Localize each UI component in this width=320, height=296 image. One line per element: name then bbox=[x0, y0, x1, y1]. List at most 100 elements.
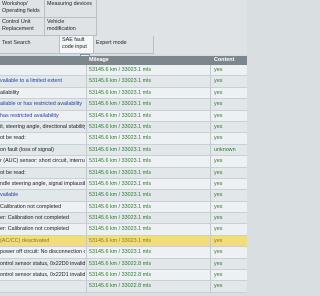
column-divider bbox=[210, 144, 211, 156]
content-cell: yes bbox=[214, 169, 223, 176]
tab-measuring-devices[interactable]: Measuring devices bbox=[45, 0, 97, 18]
mileage-cell: 53145.6 km / 33023.1 mls bbox=[89, 237, 152, 244]
column-divider bbox=[86, 99, 87, 110]
mileage-cell: 53145.6 km / 33023.1 mls bbox=[89, 203, 152, 210]
column-divider bbox=[210, 201, 211, 213]
table-row[interactable]: 53145.6 km / 33023.1 mls yes bbox=[0, 65, 247, 77]
fault-memory-table: 53145.6 km / 33023.1 mls yes vailable to a… bbox=[0, 65, 247, 293]
mileage-cell: 53145.6 km / 33022.8 mls bbox=[89, 260, 152, 267]
tab-sae-fault-code-input[interactable]: SAE fault code input bbox=[60, 36, 94, 54]
column-divider bbox=[210, 133, 211, 144]
column-divider bbox=[86, 65, 87, 76]
column-divider bbox=[210, 281, 211, 292]
table-row[interactable]: Calibration not completed 53145.6 km / 33… bbox=[0, 201, 247, 214]
column-divider bbox=[210, 65, 211, 76]
fault-description: ot be read: bbox=[0, 169, 26, 176]
subtab-bar: Text Search SAE fault code input Expert … bbox=[0, 36, 247, 54]
tab-workshop-operating-fields[interactable]: Workshop/ Operating fields bbox=[0, 0, 45, 18]
mileage-cell: 53145.6 km / 33022.8 mls bbox=[89, 272, 152, 279]
column-divider bbox=[86, 121, 87, 133]
content-cell: yes bbox=[214, 158, 223, 165]
column-divider bbox=[210, 110, 211, 121]
mileage-cell: 53145.6 km / 33023.1 mls bbox=[89, 215, 152, 222]
column-divider bbox=[86, 144, 87, 156]
column-divider bbox=[210, 178, 211, 190]
fault-description: er: Calibration not completed bbox=[0, 215, 69, 222]
fault-description: on fault (loss of signal) bbox=[0, 146, 54, 153]
table-row[interactable]: ontrol sensor status, 0x22D1 invalid 5314… bbox=[0, 270, 247, 282]
tab-text-search[interactable]: Text Search bbox=[0, 36, 60, 54]
fault-description: ailability bbox=[0, 89, 20, 96]
column-divider bbox=[86, 281, 87, 292]
column-divider bbox=[210, 156, 211, 167]
content-cell: yes bbox=[214, 135, 223, 142]
content-cell: yes bbox=[214, 112, 223, 119]
table-row[interactable]: has restricted availability 53145.6 km / … bbox=[0, 110, 247, 122]
tab-control-unit-replacement[interactable]: Control Unit Replacement bbox=[0, 18, 45, 36]
column-divider bbox=[210, 121, 211, 133]
mileage-cell: 53145.6 km / 33023.1 mls bbox=[89, 123, 152, 130]
mileage-cell: 53145.6 km / 33023.1 mls bbox=[89, 192, 152, 199]
table-row[interactable]: er: Calibration not completed 53145.6 km … bbox=[0, 213, 247, 225]
column-divider bbox=[86, 156, 87, 167]
fault-description: (AC/CC) deactivated bbox=[0, 237, 50, 244]
column-divider bbox=[86, 167, 87, 178]
fault-description: vailable bbox=[0, 192, 19, 199]
mileage-cell: 53145.6 km / 33023.1 mls bbox=[89, 249, 152, 256]
content-cell: yes bbox=[214, 272, 223, 279]
content-cell: yes bbox=[214, 260, 223, 267]
table-row[interactable]: r (AUC) sensor: short circuit, interrupt… bbox=[0, 156, 247, 168]
tab-expert-mode[interactable]: Expert mode bbox=[94, 36, 154, 54]
column-divider bbox=[86, 110, 87, 121]
content-cell: yes bbox=[214, 89, 223, 96]
column-divider bbox=[86, 224, 87, 235]
column-divider bbox=[210, 235, 211, 247]
table-row[interactable]: vailable to a limited extent 53145.6 km /… bbox=[0, 76, 247, 88]
table-row[interactable]: (AC/CC) deactivated 53145.6 km / 33023.1 … bbox=[0, 235, 247, 248]
column-divider bbox=[86, 213, 87, 224]
column-divider bbox=[86, 235, 87, 247]
mileage-cell: 53145.6 km / 33023.1 mls bbox=[89, 169, 152, 176]
fault-description: Calibration not completed bbox=[0, 203, 62, 210]
table-row[interactable]: it, steering angle, directional stabilit… bbox=[0, 121, 247, 134]
table-row[interactable]: power off circuit: No disconnection of t… bbox=[0, 247, 247, 259]
fault-description: power off circuit: No disconnection of t bbox=[0, 249, 85, 256]
table-row[interactable]: ontrol sensor status, 0x22D0 invalid 5314… bbox=[0, 258, 247, 271]
column-divider bbox=[210, 87, 211, 99]
column-header-mileage[interactable]: Mileage bbox=[89, 56, 109, 65]
column-divider bbox=[210, 247, 211, 258]
fault-description: er: Calibration not completed bbox=[0, 226, 69, 233]
table-row[interactable]: vailable 53145.6 km / 33023.1 mls yes bbox=[0, 190, 247, 202]
fault-description: ailable or has restricted availability bbox=[0, 101, 83, 108]
column-divider bbox=[86, 190, 87, 201]
mileage-cell: 53145.6 km / 33022.8 mls bbox=[89, 283, 152, 290]
mileage-cell: 53145.6 km / 33023.1 mls bbox=[89, 146, 152, 153]
column-divider bbox=[210, 190, 211, 201]
content-cell: yes bbox=[214, 180, 223, 187]
mileage-cell: 53145.6 km / 33023.1 mls bbox=[89, 135, 152, 142]
table-row[interactable]: er: Calibration not completed 53145.6 km … bbox=[0, 224, 247, 236]
column-header-content[interactable]: Content bbox=[214, 56, 234, 65]
mileage-cell: 53145.6 km / 33023.1 mls bbox=[89, 112, 152, 119]
table-row[interactable]: on fault (loss of signal) 53145.6 km / 33… bbox=[0, 144, 247, 157]
content-cell: unknown bbox=[214, 146, 236, 153]
table-row[interactable]: 53145.6 km / 33022.8 mls yes bbox=[0, 281, 247, 293]
table-header: Mileage Content bbox=[0, 56, 247, 65]
table-row[interactable]: ailable or has restricted availability 53… bbox=[0, 99, 247, 111]
tab-vehicle-modification[interactable]: Vehicle modification bbox=[45, 18, 97, 36]
mileage-cell: 53145.6 km / 33023.1 mls bbox=[89, 89, 152, 96]
column-divider bbox=[210, 258, 211, 269]
column-divider bbox=[86, 247, 87, 258]
table-row[interactable]: ot be read: 53145.6 km / 33023.1 mls yes bbox=[0, 133, 247, 145]
column-divider bbox=[86, 270, 87, 281]
content-cell: yes bbox=[214, 78, 223, 85]
table-row[interactable]: ndle steering angle, signal implausib 531… bbox=[0, 178, 247, 191]
fault-description: it, steering angle, directional stabilit… bbox=[0, 123, 85, 130]
table-row[interactable]: ailability 53145.6 km / 33023.1 mls yes bbox=[0, 87, 247, 100]
mileage-cell: 53145.6 km / 33023.1 mls bbox=[89, 67, 152, 73]
table-row[interactable]: ot be read: 53145.6 km / 33023.1 mls yes bbox=[0, 167, 247, 179]
mileage-cell: 53145.6 km / 33023.1 mls bbox=[89, 226, 152, 233]
content-cell: yes bbox=[214, 101, 223, 108]
column-divider bbox=[210, 224, 211, 235]
column-divider bbox=[210, 213, 211, 224]
